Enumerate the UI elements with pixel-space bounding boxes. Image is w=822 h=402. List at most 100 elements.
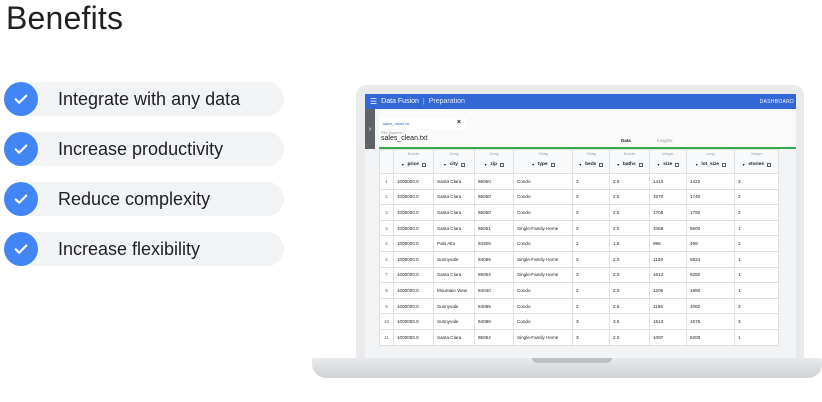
tab-data[interactable]: Data — [621, 138, 631, 143]
table-cell[interactable]: 3 — [572, 250, 610, 268]
table-cell[interactable]: 2.5 — [609, 297, 650, 315]
table-cell[interactable]: 1000000.0 — [393, 173, 434, 190]
row-number[interactable]: 2 — [379, 188, 394, 206]
column-header[interactable]: String ▼ zip — [474, 149, 514, 174]
file-tab[interactable]: sales_clean.txt × — [379, 118, 467, 129]
row-number[interactable]: 7 — [379, 266, 394, 284]
table-cell[interactable]: Condo — [513, 313, 573, 330]
column-select-checkbox[interactable] — [638, 162, 643, 167]
table-cell[interactable]: 998 — [649, 235, 687, 252]
column-select-checkbox[interactable] — [500, 162, 505, 167]
chevron-down-icon[interactable]: ▼ — [616, 163, 619, 167]
column-select-checkbox[interactable] — [599, 162, 604, 167]
table-cell[interactable]: 6250 — [686, 266, 735, 284]
table-cell[interactable]: 95054 — [474, 328, 514, 346]
table-cell[interactable]: 3 — [572, 188, 610, 206]
table-cell[interactable]: 1000000.0 — [393, 219, 434, 237]
table-cell[interactable]: 1410 — [649, 173, 687, 190]
row-number[interactable]: 11 — [379, 328, 394, 346]
row-number[interactable]: 6 — [379, 250, 394, 268]
table-cell[interactable]: 3 — [572, 328, 610, 346]
row-number[interactable]: 9 — [379, 297, 394, 315]
row-number[interactable]: 10 — [379, 313, 394, 330]
table-cell[interactable]: 1000000.0 — [393, 313, 434, 330]
table-cell[interactable]: Santa Clara — [433, 328, 475, 346]
table-cell[interactable]: 2.0 — [609, 250, 650, 268]
table-cell[interactable]: 94306 — [474, 235, 514, 252]
sidebar-toggle-button[interactable]: › — [365, 109, 375, 149]
table-cell[interactable]: Santa Clara — [433, 204, 475, 221]
column-select-checkbox[interactable] — [767, 162, 772, 167]
row-number[interactable]: 1 — [379, 173, 394, 190]
tab-insights[interactable]: Insights — [657, 138, 673, 143]
column-header[interactable]: Double ▼ baths — [609, 149, 650, 174]
table-cell[interactable]: 1206 — [649, 282, 687, 299]
table-cell[interactable]: Single-Family Home — [513, 219, 573, 237]
column-header[interactable]: Integer ▼ size — [649, 149, 687, 174]
column-select-checkbox[interactable] — [550, 162, 555, 167]
table-cell[interactable]: 1 — [734, 250, 779, 268]
chevron-down-icon[interactable]: ▼ — [579, 163, 582, 167]
table-cell[interactable]: 1750 — [686, 204, 735, 221]
row-number[interactable]: 8 — [379, 282, 394, 299]
dashboard-link[interactable]: DASHBOARD — [760, 99, 794, 105]
table-cell[interactable]: 1000000.0 — [393, 328, 434, 346]
table-cell[interactable]: 1097 — [649, 328, 687, 346]
table-cell[interactable]: 6200 — [686, 328, 735, 346]
table-cell[interactable]: 95054 — [474, 266, 514, 284]
table-cell[interactable]: 2.5 — [609, 173, 650, 190]
column-header[interactable]: Double ▼ price — [393, 149, 434, 174]
table-cell[interactable]: 3 — [572, 266, 610, 284]
column-header[interactable]: String ▼ city — [433, 149, 475, 174]
table-cell[interactable]: 3 — [734, 297, 779, 315]
table-cell[interactable]: Palo Alto — [433, 235, 475, 252]
table-cell[interactable]: 2 — [572, 173, 610, 190]
menu-icon[interactable]: ☰ — [370, 97, 377, 106]
table-cell[interactable]: 2 — [572, 297, 610, 315]
table-cell[interactable]: 1 — [734, 282, 779, 299]
table-cell[interactable]: 2.0 — [609, 328, 650, 346]
table-cell[interactable]: 1000000.0 — [393, 188, 434, 206]
table-cell[interactable]: Single-Family Home — [513, 266, 573, 284]
table-cell[interactable]: 2.5 — [609, 188, 650, 206]
table-cell[interactable]: Condo — [513, 173, 573, 190]
table-cell[interactable]: 1108 — [649, 250, 687, 268]
table-cell[interactable]: Santa Clara — [433, 219, 475, 237]
table-cell[interactable]: 1612 — [649, 266, 687, 284]
chevron-down-icon[interactable]: ▼ — [401, 163, 404, 167]
chevron-down-icon[interactable]: ▼ — [657, 163, 660, 167]
table-cell[interactable]: 1000000.0 — [393, 235, 434, 252]
table-cell[interactable]: 95051 — [474, 219, 514, 237]
chevron-down-icon[interactable]: ▼ — [695, 163, 698, 167]
table-cell[interactable]: 1068 — [649, 219, 687, 237]
table-cell[interactable]: 94086 — [474, 313, 514, 330]
table-cell[interactable]: 1082 — [686, 297, 735, 315]
table-cell[interactable]: Sunnyvale — [433, 297, 475, 315]
table-cell[interactable]: 3 — [734, 173, 779, 190]
table-cell[interactable]: Single-Family Home — [513, 328, 573, 346]
table-cell[interactable]: Condo — [513, 282, 573, 299]
table-cell[interactable]: 95050 — [474, 173, 514, 190]
table-cell[interactable]: 2 — [572, 282, 610, 299]
table-cell[interactable]: Condo — [513, 204, 573, 221]
table-cell[interactable]: 1575 — [686, 313, 735, 330]
table-cell[interactable]: Santa Clara — [433, 173, 475, 190]
table-cell[interactable]: Condo — [513, 297, 573, 315]
table-cell[interactable]: 1.5 — [609, 235, 650, 252]
table-cell[interactable]: 3 — [572, 219, 610, 237]
table-cell[interactable]: 2.0 — [609, 282, 650, 299]
table-cell[interactable]: 1 — [734, 219, 779, 237]
column-select-checkbox[interactable] — [460, 162, 465, 167]
chevron-down-icon[interactable]: ▼ — [742, 163, 745, 167]
table-cell[interactable]: 1670 — [649, 188, 687, 206]
table-cell[interactable]: 499 — [686, 235, 735, 252]
table-cell[interactable]: Sunnyvale — [433, 250, 475, 268]
table-cell[interactable]: Mountain View — [433, 282, 475, 299]
chevron-down-icon[interactable]: ▼ — [443, 163, 446, 167]
table-cell[interactable]: Condo — [513, 235, 573, 252]
table-cell[interactable]: 1000000.0 — [393, 297, 434, 315]
table-cell[interactable]: Santa Clara — [433, 266, 475, 284]
column-header[interactable]: Integer ▼ stories — [734, 149, 779, 174]
column-select-checkbox[interactable] — [722, 162, 727, 167]
table-cell[interactable]: 94085 — [474, 297, 514, 315]
